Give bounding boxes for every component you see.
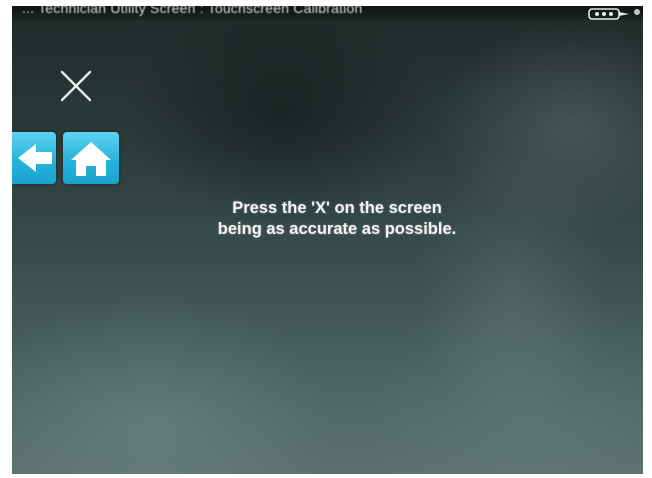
title-bar: ... Technician Utility Screen : Touchscr… <box>12 6 643 20</box>
back-button[interactable] <box>12 132 56 184</box>
instruction-line-2: being as accurate as possible. <box>217 220 457 238</box>
arrow-left-icon <box>18 144 52 172</box>
calibration-instructions: Press the 'X' on the screen being as acc… <box>187 198 487 240</box>
instruction-line-1: Press the 'X' on the screen <box>232 199 442 217</box>
home-icon <box>71 142 111 176</box>
screen-glare <box>312 46 642 474</box>
window-title: ... Technician Utility Screen : Touchscr… <box>22 6 363 16</box>
photo-frame: ... Technician Utility Screen : Touchscr… <box>0 0 652 478</box>
status-dot-icon <box>634 9 640 15</box>
touchscreen-display: ... Technician Utility Screen : Touchscr… <box>12 6 643 474</box>
battery-icon <box>588 8 629 20</box>
close-x-icon[interactable] <box>60 70 92 102</box>
home-button[interactable] <box>63 132 119 184</box>
